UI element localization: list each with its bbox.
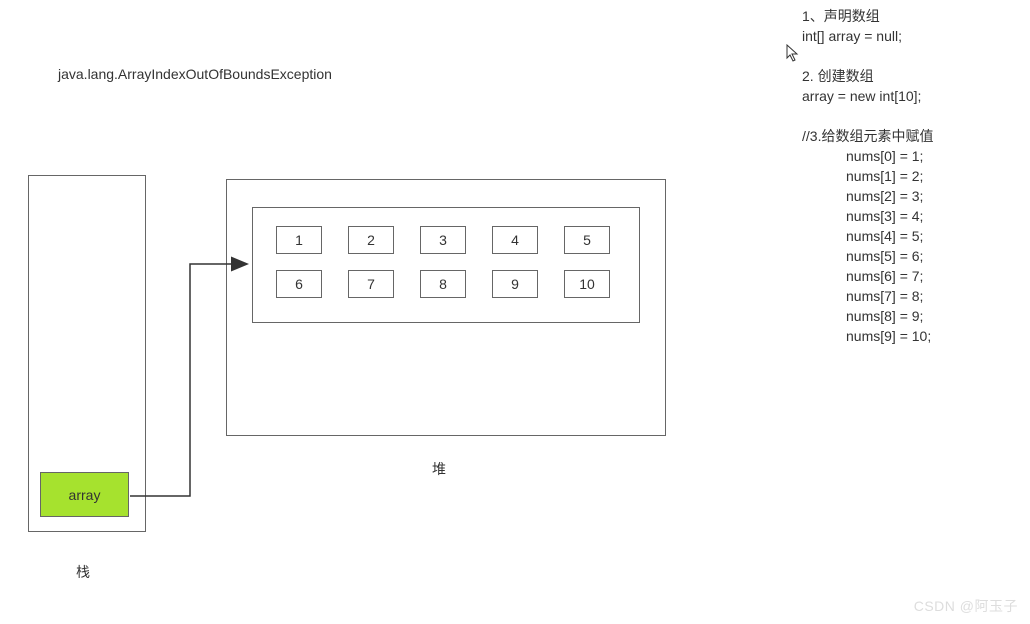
array-cell: 6 — [276, 270, 322, 298]
array-cell: 1 — [276, 226, 322, 254]
array-variable: array — [40, 472, 129, 517]
heap-label: 堆 — [432, 459, 446, 479]
code-assign: nums[8] = 9; — [802, 306, 933, 326]
code-section1-title: 1、声明数组 — [802, 6, 933, 26]
array-cell: 9 — [492, 270, 538, 298]
code-section1-line: int[] array = null; — [802, 26, 933, 46]
array-cell: 7 — [348, 270, 394, 298]
code-assign: nums[6] = 7; — [802, 266, 933, 286]
code-section2-line: array = new int[10]; — [802, 86, 933, 106]
stack-label: 栈 — [76, 562, 90, 582]
blank-line — [802, 106, 933, 126]
code-assign: nums[1] = 2; — [802, 166, 933, 186]
array-cell: 4 — [492, 226, 538, 254]
code-assign: nums[3] = 4; — [802, 206, 933, 226]
code-assign: nums[4] = 5; — [802, 226, 933, 246]
array-cell: 2 — [348, 226, 394, 254]
blank-line — [802, 46, 933, 66]
code-assign: nums[2] = 3; — [802, 186, 933, 206]
cursor-icon — [786, 44, 800, 62]
array-cell: 8 — [420, 270, 466, 298]
code-assign: nums[5] = 6; — [802, 246, 933, 266]
array-cells: 1 2 3 4 5 6 7 8 9 10 — [276, 226, 610, 298]
code-assign: nums[0] = 1; — [802, 146, 933, 166]
watermark: CSDN @阿玉子 — [914, 596, 1018, 616]
exception-title: java.lang.ArrayIndexOutOfBoundsException — [58, 66, 332, 82]
code-section3-title: //3.给数组元素中赋值 — [802, 126, 933, 146]
code-assign: nums[9] = 10; — [802, 326, 933, 346]
code-section2-title: 2. 创建数组 — [802, 66, 933, 86]
array-variable-label: array — [69, 487, 101, 503]
code-block: 1、声明数组 int[] array = null; 2. 创建数组 array… — [802, 6, 933, 346]
array-cell: 10 — [564, 270, 610, 298]
array-cell: 5 — [564, 226, 610, 254]
code-assign: nums[7] = 8; — [802, 286, 933, 306]
array-cell: 3 — [420, 226, 466, 254]
